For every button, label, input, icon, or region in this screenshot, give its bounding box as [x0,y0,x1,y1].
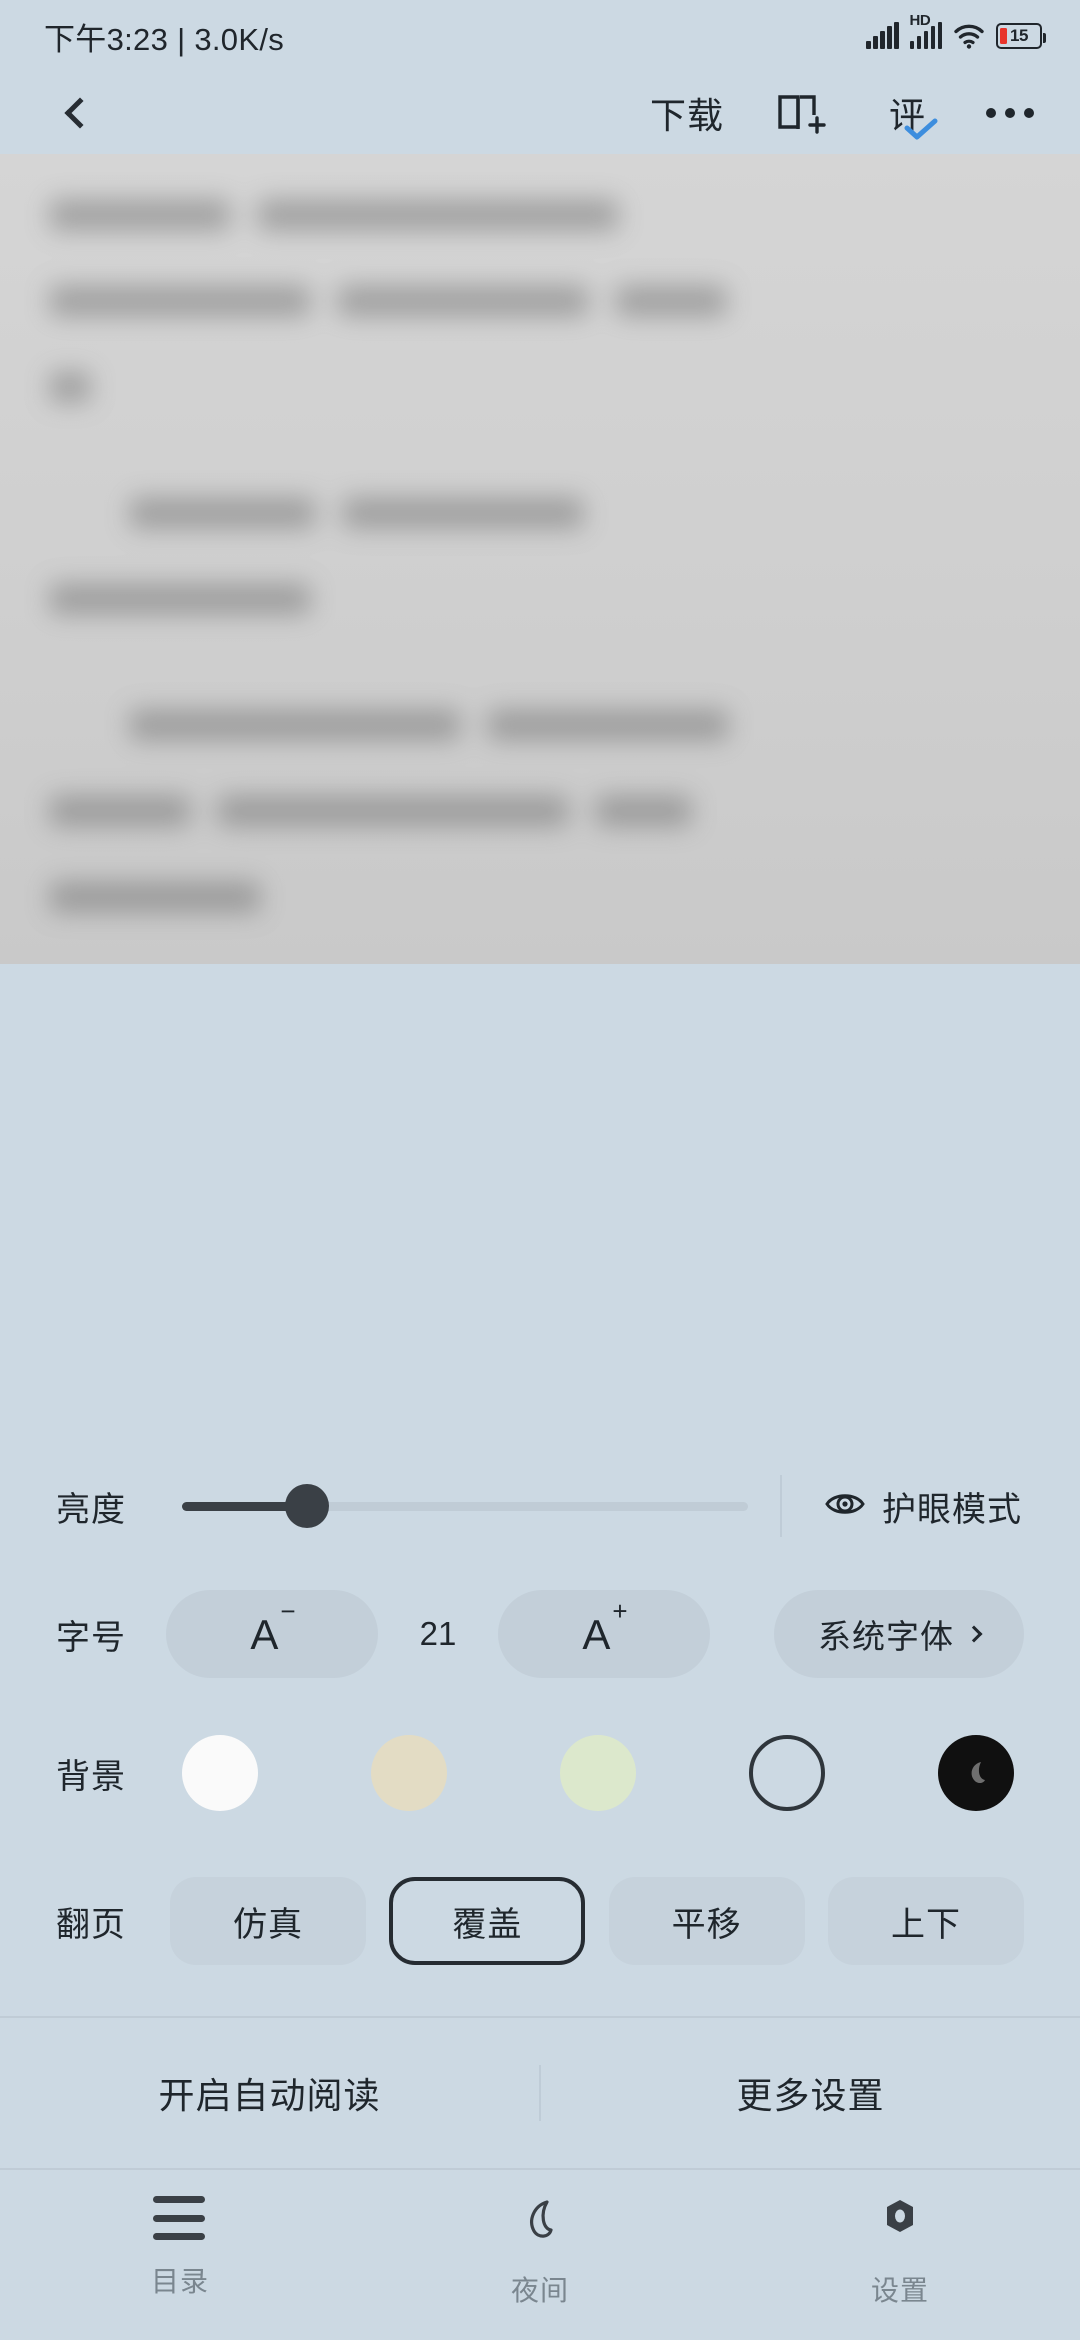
reader-content-area[interactable] [0,154,1080,964]
battery-percent: 15 [1010,26,1028,45]
page-turn-row: 翻页 仿真 覆盖 平移 上下 [0,1848,1080,1994]
text-line [50,498,1030,528]
font-size-increase-button[interactable]: A+ [498,1590,710,1678]
font-size-decrease-button[interactable]: A− [166,1590,378,1678]
more-options-button[interactable] [986,108,1034,118]
brightness-row: 亮度 护眼模式 [0,1442,1080,1570]
text-line [50,200,1030,230]
background-swatch-beige[interactable] [371,1735,447,1811]
signal-bars-hd-icon: HD [909,12,942,49]
text-line [50,372,1030,402]
tab-night-label: 夜间 [510,2275,569,2306]
font-size-value: 21 [419,1615,457,1652]
hamburger-icon [153,2196,207,2240]
text-line [50,796,1030,826]
download-button[interactable]: 下载 [650,87,724,139]
background-swatch-dark[interactable] [938,1735,1014,1811]
tab-settings[interactable]: 设置 [720,2196,1080,2309]
status-separator: | [177,21,186,57]
text-line [50,710,1030,740]
background-swatch-list [138,1735,1024,1811]
brightness-label: 亮度 [56,1490,126,1529]
status-bar-left: 下午3:23 | 3.0K/s [44,14,284,59]
background-row: 背景 [0,1698,1080,1848]
text-line [50,286,1030,316]
signal-bars-icon [866,22,899,49]
tab-settings-label: 设置 [870,2275,929,2306]
page-turn-label: 翻页 [56,1905,126,1944]
panel-actions-row: 开启自动阅读 更多设置 [0,2018,1080,2168]
nav-actions: 下载 评 [650,87,1034,140]
moon-icon [971,1762,985,1783]
font-size-label: 字号 [56,1618,126,1657]
brightness-slider-track[interactable] [182,1484,748,1528]
font-size-row: 字号 A− 21 A+ 系统字体 [0,1570,1080,1698]
battery-icon: 15 [996,23,1046,49]
chevron-right-icon [965,1625,983,1643]
book-add-icon [778,95,826,134]
moon-icon [516,2196,564,2249]
more-settings-button[interactable]: 更多设置 [541,2067,1080,2119]
check-icon [904,107,938,149]
background-swatch-green[interactable] [560,1735,636,1811]
page-turn-option-simulate[interactable]: 仿真 [170,1877,366,1965]
eye-protection-mode-button[interactable]: 护眼模式 [782,1482,1024,1531]
status-time: 下午3:23 [44,21,169,57]
eye-icon [824,1489,866,1524]
font-family-selector[interactable]: 系统字体 [774,1590,1024,1678]
tab-contents[interactable]: 目录 [0,2196,360,2300]
chevron-left-icon [63,97,96,129]
background-swatch-outline[interactable] [749,1735,825,1811]
add-to-bookshelf-button[interactable] [776,91,828,135]
wifi-icon [953,23,985,49]
gear-icon [876,2196,924,2249]
review-button[interactable]: 评 [880,87,938,140]
text-line [50,584,1030,614]
font-increase-sign: + [612,1595,628,1626]
brightness-slider[interactable] [138,1484,780,1528]
status-bar-right: HD 15 [866,12,1046,49]
page-turn-options: 仿真 覆盖 平移 上下 [138,1877,1024,1965]
reading-settings-panel: 亮度 护眼模式 字号 A− 21 A+ 系统字体 背景 翻页 仿真 覆盖 平移 … [0,1432,1080,2340]
font-family-label: 系统字体 [818,1618,954,1655]
top-navigation-bar: 下载 评 [0,72,1080,154]
page-turn-option-slide[interactable]: 平移 [608,1877,805,1965]
font-size-controls: A− 21 A+ 系统字体 [138,1590,1024,1678]
text-line [50,882,1030,912]
font-decrease-letter: A [250,1610,279,1658]
page-turn-option-vertical[interactable]: 上下 [827,1877,1024,1965]
page-turn-option-cover[interactable]: 覆盖 [389,1877,586,1965]
status-network-speed: 3.0K/s [194,21,285,57]
brightness-slider-thumb[interactable] [284,1484,329,1528]
hd-label: HD [909,12,931,29]
font-decrease-sign: − [280,1595,296,1626]
status-bar: 下午3:23 | 3.0K/s HD 15 [0,0,1080,72]
auto-read-button[interactable]: 开启自动阅读 [0,2067,539,2119]
background-label: 背景 [56,1757,126,1796]
tab-contents-label: 目录 [150,2266,209,2297]
font-increase-letter: A [582,1610,611,1658]
back-button[interactable] [46,83,106,143]
blurred-text-content [0,154,1080,964]
bottom-tab-bar: 目录 夜间 设置 [0,2168,1080,2340]
more-dots-icon [986,108,996,118]
tab-night-mode[interactable]: 夜间 [360,2196,720,2309]
eye-protection-label: 护眼模式 [882,1490,1022,1529]
background-swatch-white[interactable] [182,1735,258,1811]
